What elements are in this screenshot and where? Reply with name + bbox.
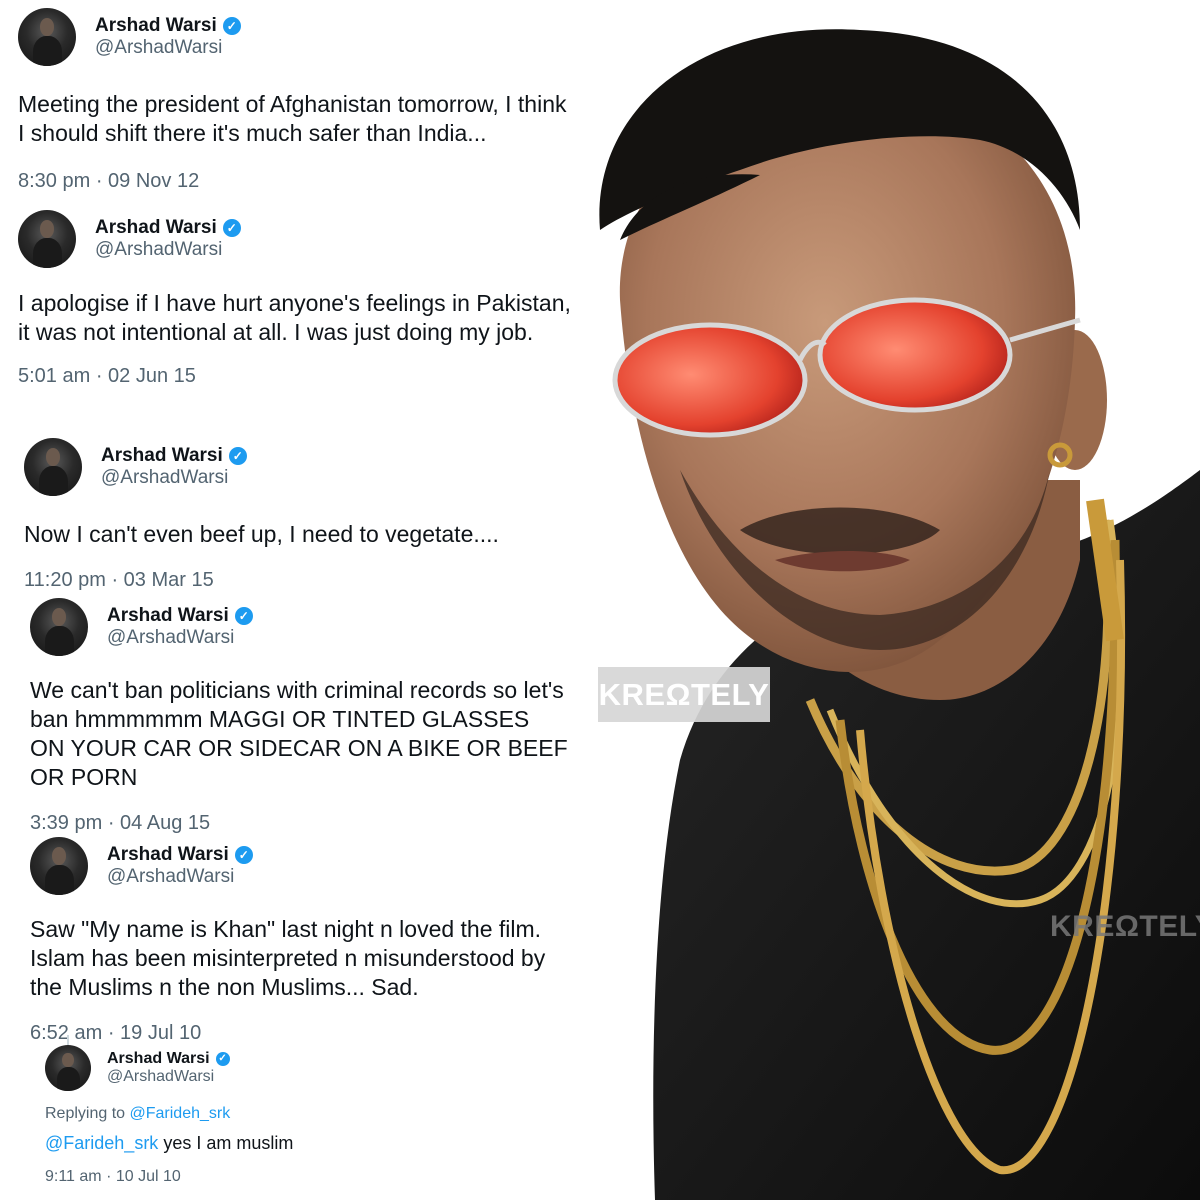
tweet-header: Arshad Warsi ✓ @ArshadWarsi	[18, 8, 578, 66]
handle[interactable]: @ArshadWarsi	[107, 1068, 230, 1086]
tweet-timestamp[interactable]: 6:52 am · 19 Jul 10	[30, 1022, 560, 1045]
thread-connector	[67, 1035, 69, 1045]
display-name[interactable]: Arshad Warsi	[95, 15, 217, 37]
tweet-header: Arshad Warsi ✓ @ArshadWarsi	[18, 210, 588, 268]
profile-avatar[interactable]	[18, 210, 76, 268]
tweet-header: Arshad Warsi ✓ @ArshadWarsi	[45, 1045, 293, 1091]
display-name[interactable]: Arshad Warsi	[101, 445, 223, 467]
tweet-text: Now I can't even beef up, I need to vege…	[24, 521, 499, 547]
tweet-text: @Farideh_srk yes I am muslim	[45, 1133, 293, 1154]
tweet-header: Arshad Warsi ✓ @ArshadWarsi	[30, 837, 560, 895]
verified-badge-icon: ✓	[222, 17, 241, 36]
tweet-4[interactable]: Arshad Warsi ✓ @ArshadWarsi We can't ban…	[30, 598, 570, 835]
tweet-2[interactable]: Arshad Warsi ✓ @ArshadWarsi I apologise …	[18, 210, 588, 388]
verified-badge-icon: ✓	[222, 219, 241, 238]
handle[interactable]: @ArshadWarsi	[107, 627, 253, 649]
replying-to: Replying to @Farideh_srk	[45, 1105, 293, 1123]
handle[interactable]: @ArshadWarsi	[95, 37, 241, 59]
replying-prefix: Replying to	[45, 1105, 130, 1122]
profile-avatar[interactable]	[30, 598, 88, 656]
tweet-timestamp[interactable]: 3:39 pm · 04 Aug 15	[30, 812, 570, 835]
display-name[interactable]: Arshad Warsi	[95, 217, 217, 239]
display-name[interactable]: Arshad Warsi	[107, 605, 229, 627]
tweet-timestamp[interactable]: 9:11 am · 10 Jul 10	[45, 1168, 293, 1186]
tweet-1[interactable]: Arshad Warsi ✓ @ArshadWarsi Meeting the …	[18, 8, 578, 193]
tweet-text: Saw "My name is Khan" last night n loved…	[30, 916, 546, 1000]
handle[interactable]: @ArshadWarsi	[95, 239, 241, 261]
verified-badge-icon: ✓	[215, 1051, 230, 1066]
profile-avatar[interactable]	[30, 837, 88, 895]
tweet-header: Arshad Warsi ✓ @ArshadWarsi	[30, 598, 570, 656]
verified-badge-icon: ✓	[234, 846, 253, 865]
tweet-text: We can't ban politicians with criminal r…	[30, 677, 568, 790]
tweet-6[interactable]: Arshad Warsi ✓ @ArshadWarsi Replying to …	[45, 1045, 293, 1186]
replying-to-link[interactable]: @Farideh_srk	[130, 1105, 231, 1122]
arshad-warsi-photo	[560, 0, 1200, 1200]
verified-badge-icon: ✓	[228, 447, 247, 466]
tweet-timestamp[interactable]: 11:20 pm · 03 Mar 15	[24, 569, 584, 592]
tweet-text-rest: yes I am muslim	[158, 1133, 294, 1153]
profile-avatar[interactable]	[18, 8, 76, 66]
watermark: KREΩTELY	[598, 667, 770, 722]
tweet-text: I apologise if I have hurt anyone's feel…	[18, 290, 571, 345]
tweet-timestamp[interactable]: 8:30 pm · 09 Nov 12	[18, 170, 578, 193]
tweet-text: Meeting the president of Afghanistan tom…	[18, 91, 567, 146]
handle[interactable]: @ArshadWarsi	[107, 866, 253, 888]
handle[interactable]: @ArshadWarsi	[101, 467, 247, 489]
tweet-header: Arshad Warsi ✓ @ArshadWarsi	[24, 438, 584, 496]
profile-avatar[interactable]	[24, 438, 82, 496]
display-name[interactable]: Arshad Warsi	[107, 844, 229, 866]
mention-link[interactable]: @Farideh_srk	[45, 1133, 158, 1153]
watermark-secondary: KREΩTELY	[1050, 910, 1200, 943]
profile-avatar[interactable]	[45, 1045, 91, 1091]
tweet-5[interactable]: Arshad Warsi ✓ @ArshadWarsi Saw "My name…	[30, 837, 560, 1045]
display-name[interactable]: Arshad Warsi	[107, 1050, 210, 1068]
verified-badge-icon: ✓	[234, 607, 253, 626]
tweet-3[interactable]: Arshad Warsi ✓ @ArshadWarsi Now I can't …	[24, 438, 584, 592]
tweet-timestamp[interactable]: 5:01 am · 02 Jun 15	[18, 365, 588, 388]
